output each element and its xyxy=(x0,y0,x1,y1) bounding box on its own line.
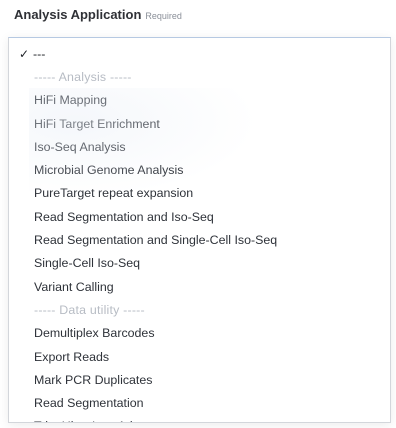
option-item[interactable]: Variant Calling xyxy=(9,275,390,298)
options-list: ✓ --- ----- Analysis ----- HiFi Mapping HiFi… xyxy=(9,38,390,422)
checkmark-icon: ✓ xyxy=(19,46,30,61)
option-label: HiFi Mapping xyxy=(34,93,107,108)
option-label: Export Reads xyxy=(34,349,110,364)
option-item[interactable]: Trim Ultra-Low Adapters xyxy=(9,415,390,422)
required-hint: Required xyxy=(145,11,182,21)
option-item[interactable]: Read Segmentation xyxy=(9,391,390,414)
option-item[interactable]: Microbial Genome Analysis xyxy=(9,158,390,181)
option-label: Read Segmentation and Single-Cell Iso-Se… xyxy=(34,233,278,248)
analysis-application-select: Analysis Application Required ✓ --- ----- … xyxy=(0,0,396,428)
option-item[interactable]: Iso-Seq Analysis xyxy=(9,135,390,158)
option-label: Iso-Seq Analysis xyxy=(34,139,126,154)
option-item[interactable]: Export Reads xyxy=(9,345,390,368)
option-label: HiFi Target Enrichment xyxy=(34,116,160,131)
option-label: PureTarget repeat expansion xyxy=(34,186,194,201)
option-label: ----- Analysis ----- xyxy=(34,69,132,84)
option-label: Read Segmentation and Iso-Seq xyxy=(34,209,214,224)
option-selected[interactable]: ✓ --- xyxy=(9,42,390,65)
option-group-header: ----- Data utility ----- xyxy=(9,298,390,321)
option-item[interactable]: Demultiplex Barcodes xyxy=(9,322,390,345)
field-label-row: Analysis Application Required xyxy=(14,5,182,29)
option-group-header: ----- Analysis ----- xyxy=(9,65,390,88)
option-item[interactable]: PureTarget repeat expansion xyxy=(9,182,390,205)
option-label: ----- Data utility ----- xyxy=(34,302,145,317)
option-label: Mark PCR Duplicates xyxy=(34,372,153,387)
option-item[interactable]: Read Segmentation and Iso-Seq xyxy=(9,205,390,228)
dropdown-menu[interactable]: ✓ --- ----- Analysis ----- HiFi Mapping HiFi… xyxy=(8,37,391,423)
option-label: Single-Cell Iso-Seq xyxy=(34,256,141,271)
option-item[interactable]: Mark PCR Duplicates xyxy=(9,368,390,391)
option-label: Variant Calling xyxy=(34,279,114,294)
option-label: Trim Ultra-Low Adapters xyxy=(34,419,167,422)
field-label: Analysis Application xyxy=(14,7,142,22)
option-label: Demultiplex Barcodes xyxy=(34,326,155,341)
option-label: --- xyxy=(33,46,46,61)
option-label: Read Segmentation xyxy=(34,396,144,411)
option-item[interactable]: Read Segmentation and Single-Cell Iso-Se… xyxy=(9,228,390,251)
option-item[interactable]: HiFi Mapping xyxy=(9,89,390,112)
option-item[interactable]: Single-Cell Iso-Seq xyxy=(9,252,390,275)
option-item[interactable]: HiFi Target Enrichment xyxy=(9,112,390,135)
option-label: Microbial Genome Analysis xyxy=(34,163,184,178)
